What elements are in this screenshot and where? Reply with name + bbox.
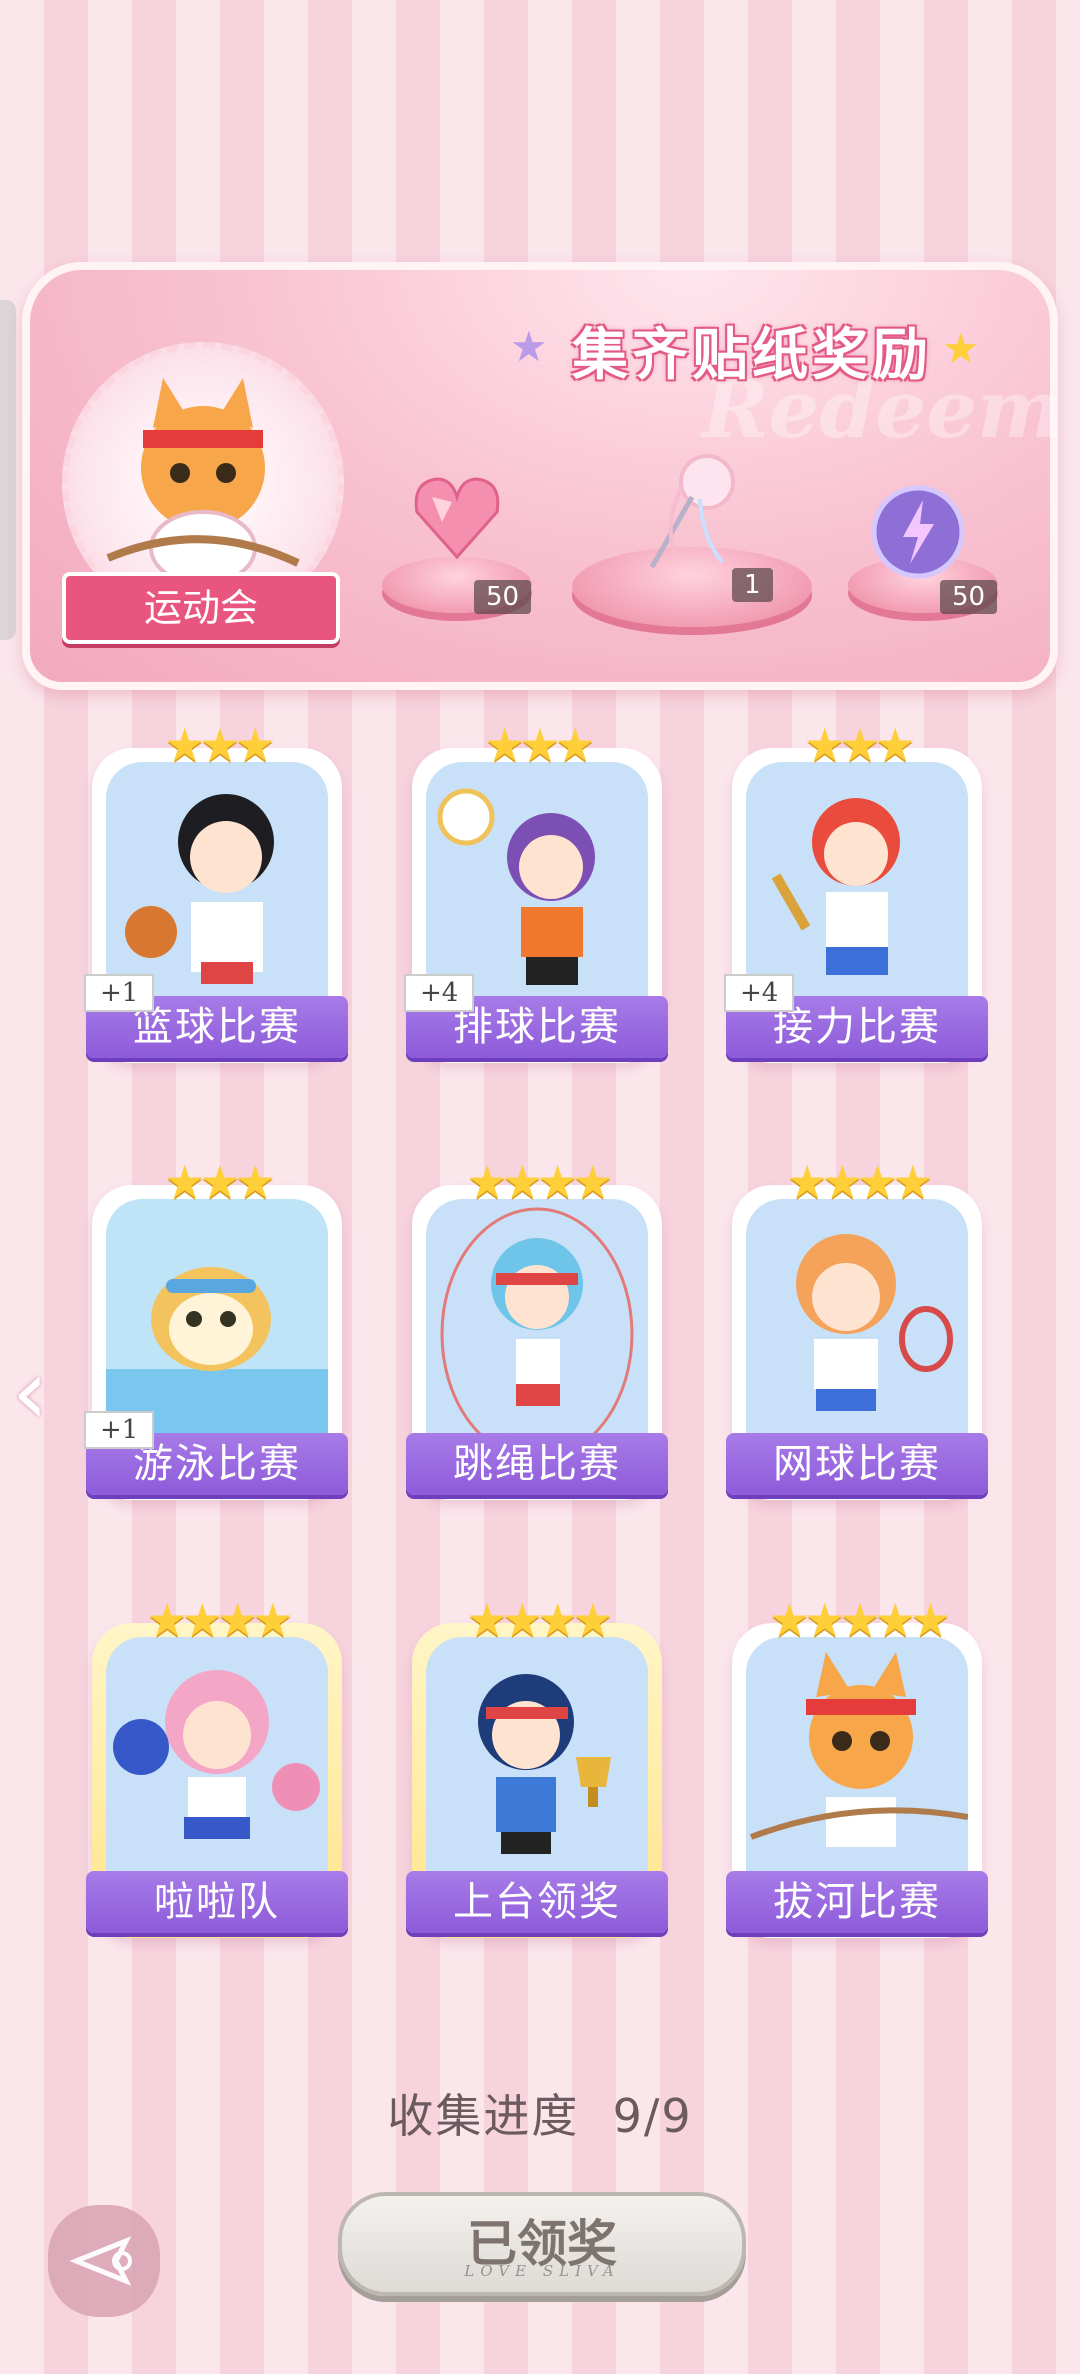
- sticker-card-volleyball[interactable]: ★★★ 排球比赛 +4: [404, 718, 668, 1063]
- sticker-card-relay[interactable]: ★★★ 接力比赛 +4: [724, 718, 988, 1063]
- progress-label: 收集进度: [387, 2089, 580, 2143]
- back-button[interactable]: [48, 2205, 160, 2317]
- previous-page-arrow-icon[interactable]: ‹: [12, 1340, 48, 1445]
- cheerleader-icon: [106, 1637, 328, 1907]
- side-pull-tab[interactable]: [0, 300, 16, 640]
- card-stars: ★★★★: [466, 1593, 614, 1647]
- card-bonus: +4: [404, 974, 475, 1012]
- card-stars: ★★★★: [146, 1593, 294, 1647]
- sticker-card-swimming[interactable]: ★★★ 游泳比赛 +1: [84, 1155, 348, 1500]
- card-stars: ★★★★★: [768, 1593, 951, 1647]
- heart-gem-icon: [414, 477, 500, 560]
- card-bonus: +4: [724, 974, 795, 1012]
- card-stars: ★★★★: [786, 1155, 934, 1209]
- claimed-button-subtext: LOVE SLIVA: [464, 2262, 620, 2280]
- card-label: 啦啦队: [86, 1871, 348, 1933]
- sticker-card-award[interactable]: ★★★★ 上台领奖: [406, 1593, 668, 1938]
- card-stars: ★★★: [804, 718, 916, 772]
- card-label: 网球比赛: [726, 1433, 988, 1495]
- claimed-button[interactable]: 已领奖 LOVE SLIVA: [338, 2192, 746, 2296]
- card-bonus: +1: [84, 1411, 155, 1449]
- lightning-orb-icon: [871, 485, 965, 579]
- card-label: 上台领奖: [406, 1871, 668, 1933]
- tug-of-war-cat-icon: [746, 1637, 968, 1907]
- sticker-card-tennis[interactable]: ★★★★ 网球比赛: [726, 1155, 988, 1500]
- sticker-card-cheerleader[interactable]: ★★★★ 啦啦队: [86, 1593, 348, 1938]
- event-label-ribbon: 运动会: [62, 572, 340, 644]
- card-stars: ★★★: [164, 718, 276, 772]
- back-arrow-icon: [69, 2236, 132, 2286]
- ribbon-bouquet-icon: [649, 454, 735, 569]
- jump-rope-girl-icon: [426, 1199, 648, 1469]
- card-stars: ★★★: [164, 1155, 276, 1209]
- banner-title: 集齐贴纸奖励: [572, 323, 932, 388]
- sticker-card-tug-of-war[interactable]: ★★★★★ 拔河比赛: [726, 1593, 988, 1938]
- card-label: 跳绳比赛: [406, 1433, 668, 1495]
- reward-count-3: 50: [940, 580, 998, 614]
- sticker-reward-banner: Redeem ★ 集齐贴纸奖励 ★ 运动会 50 1 50: [22, 262, 1062, 690]
- sticker-card-basketball[interactable]: ★★★ 篮球比赛 +1: [84, 718, 348, 1063]
- tennis-girl-icon: [746, 1199, 968, 1469]
- sticker-card-jump-rope[interactable]: ★★★★ 跳绳比赛: [406, 1155, 668, 1500]
- card-stars: ★★★★: [466, 1155, 614, 1209]
- card-bonus: +1: [84, 974, 155, 1012]
- card-label: 拔河比赛: [726, 1871, 988, 1933]
- star-right-icon: ★: [942, 324, 980, 373]
- trophy-girl-icon: [426, 1637, 648, 1907]
- reward-count-1: 50: [474, 580, 532, 614]
- reward-count-2: 1: [732, 568, 773, 602]
- card-stars: ★★★: [484, 718, 596, 772]
- collection-progress: 收集进度 9/9: [0, 2080, 1080, 2146]
- progress-value: 9/9: [612, 2089, 693, 2143]
